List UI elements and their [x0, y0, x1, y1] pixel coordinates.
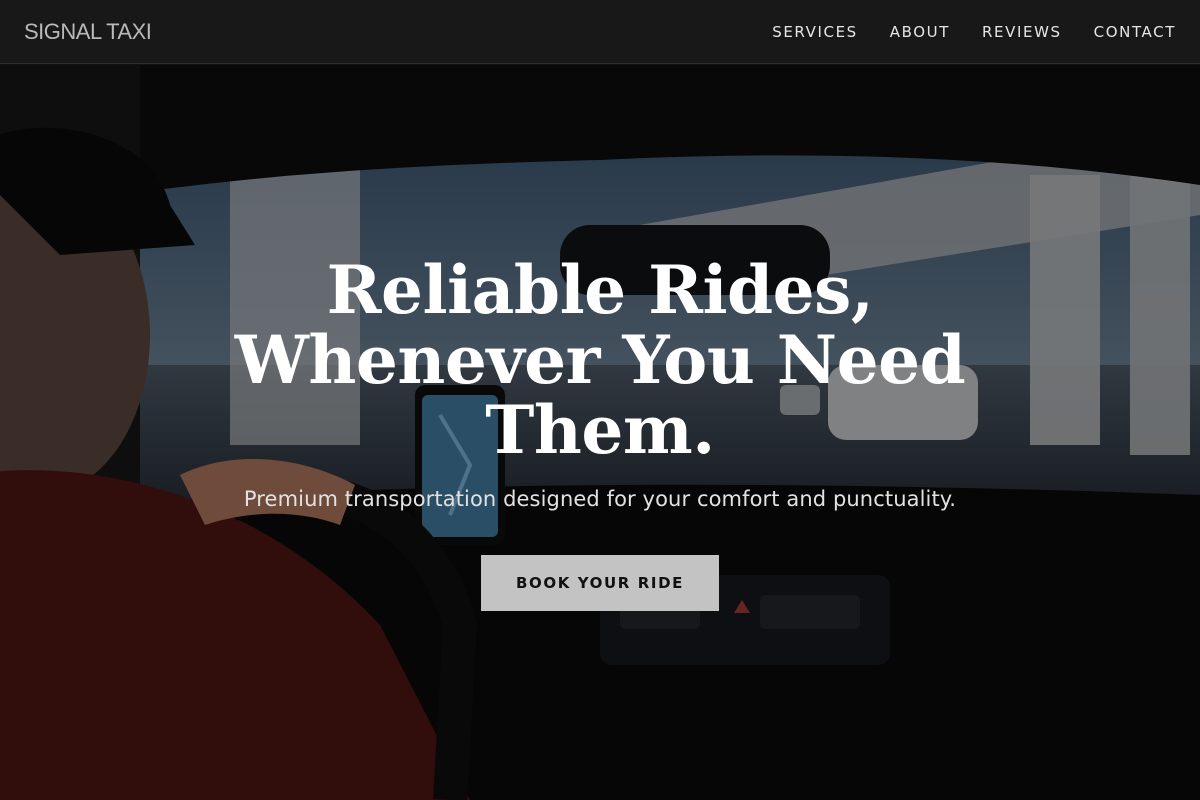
nav-link-services[interactable]: SERVICES: [772, 23, 858, 41]
hero-title: Reliable Rides, Whenever You Need Them.: [234, 251, 966, 469]
nav-link-reviews[interactable]: REVIEWS: [982, 23, 1062, 41]
top-navbar: SIGNAL TAXI SERVICES ABOUT REVIEWS CONTA…: [0, 0, 1200, 64]
hero-content: Reliable Rides, Whenever You Need Them. …: [0, 255, 1200, 611]
brand-logo[interactable]: SIGNAL TAXI: [24, 19, 152, 45]
book-your-ride-button[interactable]: BOOK YOUR RIDE: [481, 555, 719, 611]
nav-menu: SERVICES ABOUT REVIEWS CONTACT: [772, 23, 1176, 41]
hero-section: Reliable Rides, Whenever You Need Them. …: [0, 65, 1200, 800]
hero-subtitle: Premium transportation designed for your…: [243, 487, 957, 511]
nav-link-contact[interactable]: CONTACT: [1094, 23, 1176, 41]
nav-link-about[interactable]: ABOUT: [890, 23, 950, 41]
